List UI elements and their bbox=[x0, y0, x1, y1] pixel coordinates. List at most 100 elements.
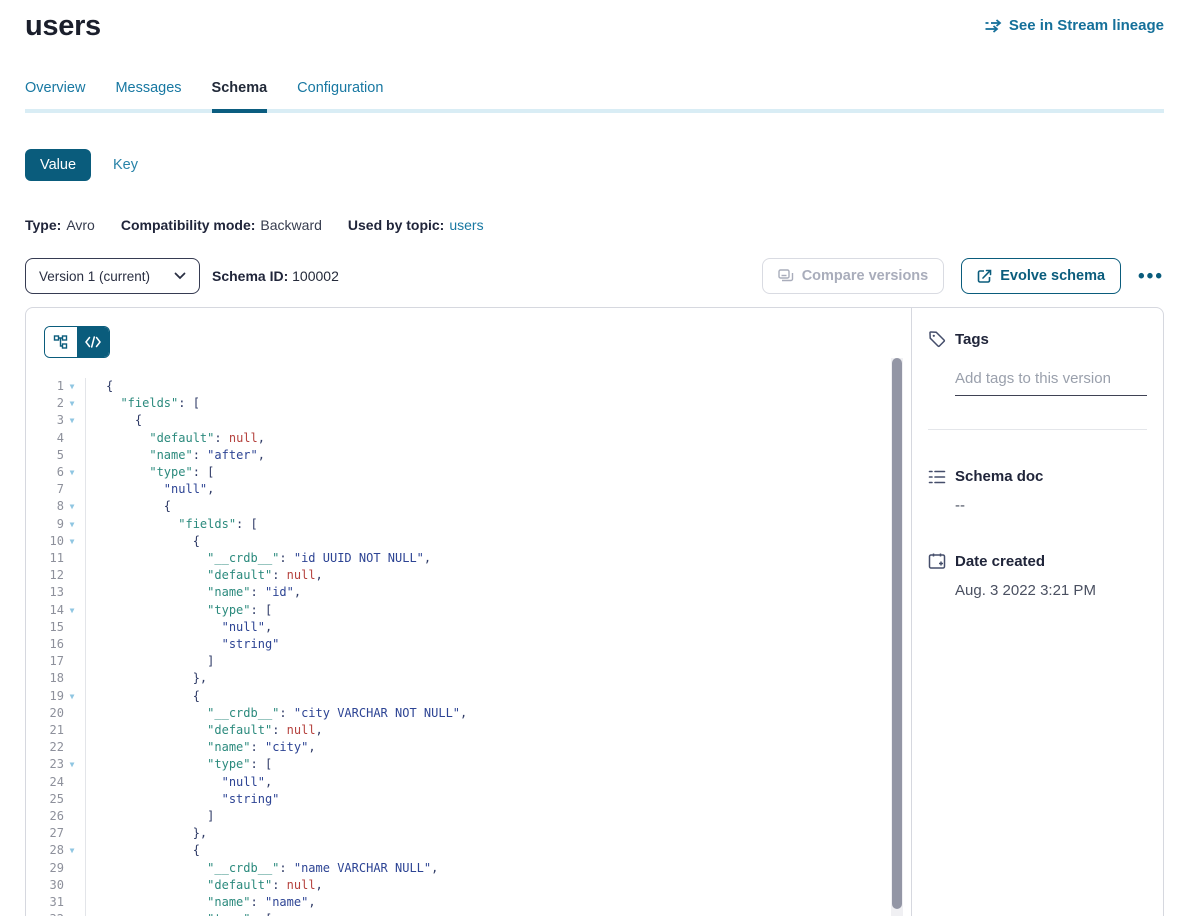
stream-lineage-icon bbox=[985, 19, 1002, 33]
code-line: 7 "null", bbox=[26, 481, 887, 498]
line-number: 29 bbox=[26, 860, 64, 877]
fold-spacer bbox=[64, 825, 80, 842]
fold-toggle-icon[interactable]: ▼ bbox=[64, 533, 80, 550]
fold-toggle-icon[interactable]: ▼ bbox=[64, 395, 80, 412]
code-text: ] bbox=[86, 808, 214, 825]
editor-scrollbar[interactable] bbox=[891, 358, 903, 916]
code-text: "type": [ bbox=[86, 756, 272, 773]
compare-versions-button[interactable]: Compare versions bbox=[762, 258, 945, 294]
tree-view-button[interactable] bbox=[45, 327, 77, 357]
compare-versions-label: Compare versions bbox=[802, 268, 929, 284]
used-by-topic-link[interactable]: users bbox=[449, 217, 483, 233]
schema-sidebar: Tags Schema doc -- bbox=[911, 308, 1163, 916]
fold-spacer bbox=[64, 705, 80, 722]
fold-spacer bbox=[64, 808, 80, 825]
line-number: 23 bbox=[26, 756, 64, 773]
fold-toggle-icon[interactable]: ▼ bbox=[64, 378, 80, 395]
code-line: 25 "string" bbox=[26, 791, 887, 808]
fold-spacer bbox=[64, 447, 80, 464]
line-number: 6 bbox=[26, 464, 64, 481]
tab-messages[interactable]: Messages bbox=[115, 80, 181, 109]
fold-toggle-icon[interactable]: ▼ bbox=[64, 842, 80, 859]
line-number: 32 bbox=[26, 911, 64, 916]
code-text: { bbox=[86, 688, 200, 705]
schema-editor: 1▼{2▼ "fields": [3▼ {4 "default": null,5… bbox=[26, 308, 911, 916]
code-line: 8▼ { bbox=[26, 498, 887, 515]
code-line: 23▼ "type": [ bbox=[26, 756, 887, 773]
fold-toggle-icon[interactable]: ▼ bbox=[64, 516, 80, 533]
line-number: 2 bbox=[26, 395, 64, 412]
code-line: 4 "default": null, bbox=[26, 430, 887, 447]
code-line: 12 "default": null, bbox=[26, 567, 887, 584]
fold-toggle-icon[interactable]: ▼ bbox=[64, 464, 80, 481]
tab-schema[interactable]: Schema bbox=[212, 80, 268, 113]
tab-configuration[interactable]: Configuration bbox=[297, 80, 383, 109]
editor-view-toggle bbox=[44, 326, 110, 358]
see-in-stream-lineage-link[interactable]: See in Stream lineage bbox=[985, 17, 1164, 34]
code-text: { bbox=[86, 412, 142, 429]
line-number: 17 bbox=[26, 653, 64, 670]
code-text: "name": "name", bbox=[86, 894, 316, 911]
edit-square-icon bbox=[977, 269, 992, 284]
schema-page: users See in Stream lineage Overview Mes… bbox=[0, 0, 1189, 916]
schema-meta-row: Type:Avro Compatibility mode:Backward Us… bbox=[25, 217, 1164, 233]
schema-doc-title: Schema doc bbox=[955, 468, 1043, 485]
more-actions-button[interactable]: ••• bbox=[1138, 267, 1164, 286]
code-text: "default": null, bbox=[86, 567, 323, 584]
version-select[interactable]: Version 1 (current) bbox=[25, 258, 200, 294]
tree-diagram-icon bbox=[53, 334, 69, 350]
value-key-toggle: Value Key bbox=[25, 149, 1164, 181]
key-toggle-link[interactable]: Key bbox=[113, 157, 138, 173]
code-line: 13 "name": "id", bbox=[26, 584, 887, 601]
line-number: 13 bbox=[26, 584, 64, 601]
fold-toggle-icon[interactable]: ▼ bbox=[64, 911, 80, 916]
line-number: 8 bbox=[26, 498, 64, 515]
fold-spacer bbox=[64, 774, 80, 791]
fold-spacer bbox=[64, 722, 80, 739]
type-label: Type: bbox=[25, 217, 61, 233]
tab-overview[interactable]: Overview bbox=[25, 80, 85, 109]
fold-toggle-icon[interactable]: ▼ bbox=[64, 756, 80, 773]
line-number: 12 bbox=[26, 567, 64, 584]
code-line: 32▼ "type": [ bbox=[26, 911, 887, 916]
code-text: "fields": [ bbox=[86, 516, 258, 533]
tag-icon bbox=[928, 330, 946, 348]
line-number: 16 bbox=[26, 636, 64, 653]
line-number: 22 bbox=[26, 739, 64, 756]
editor-scrollbar-thumb[interactable] bbox=[892, 358, 902, 909]
code-text: "default": null, bbox=[86, 430, 265, 447]
type-field: Type: Avro bbox=[25, 217, 95, 233]
code-line: 31 "name": "name", bbox=[26, 894, 887, 911]
evolve-schema-button[interactable]: Evolve schema bbox=[961, 258, 1121, 294]
line-number: 28 bbox=[26, 842, 64, 859]
code-view-button[interactable] bbox=[77, 327, 109, 357]
code-line: 1▼{ bbox=[26, 378, 887, 395]
version-bar: Version 1 (current) Schema ID: 100002 bbox=[25, 258, 1164, 294]
code-line: 10▼ { bbox=[26, 533, 887, 550]
schema-doc-value: -- bbox=[955, 497, 1147, 514]
code-line: 27 }, bbox=[26, 825, 887, 842]
code-text: "string" bbox=[86, 636, 279, 653]
date-created-title: Date created bbox=[955, 553, 1045, 570]
line-number: 18 bbox=[26, 670, 64, 687]
code-line: 2▼ "fields": [ bbox=[26, 395, 887, 412]
fold-toggle-icon[interactable]: ▼ bbox=[64, 602, 80, 619]
page-header: users See in Stream lineage bbox=[25, 0, 1164, 43]
code-text: "string" bbox=[86, 791, 279, 808]
line-number: 25 bbox=[26, 791, 64, 808]
stream-lineage-label: See in Stream lineage bbox=[1009, 17, 1164, 34]
calendar-plus-icon bbox=[928, 552, 946, 570]
code-text: "name": "after", bbox=[86, 447, 265, 464]
version-select-value: Version 1 (current) bbox=[39, 269, 150, 284]
fold-toggle-icon[interactable]: ▼ bbox=[64, 498, 80, 515]
schema-code-view[interactable]: 1▼{2▼ "fields": [3▼ {4 "default": null,5… bbox=[26, 378, 887, 916]
line-number: 15 bbox=[26, 619, 64, 636]
code-text: "name": "id", bbox=[86, 584, 301, 601]
topic-tabs: Overview Messages Schema Configuration bbox=[25, 80, 1164, 113]
code-line: 9▼ "fields": [ bbox=[26, 516, 887, 533]
type-value: Avro bbox=[66, 217, 95, 233]
add-tags-input[interactable] bbox=[955, 370, 1147, 396]
fold-toggle-icon[interactable]: ▼ bbox=[64, 688, 80, 705]
fold-toggle-icon[interactable]: ▼ bbox=[64, 412, 80, 429]
value-toggle-button[interactable]: Value bbox=[25, 149, 91, 181]
